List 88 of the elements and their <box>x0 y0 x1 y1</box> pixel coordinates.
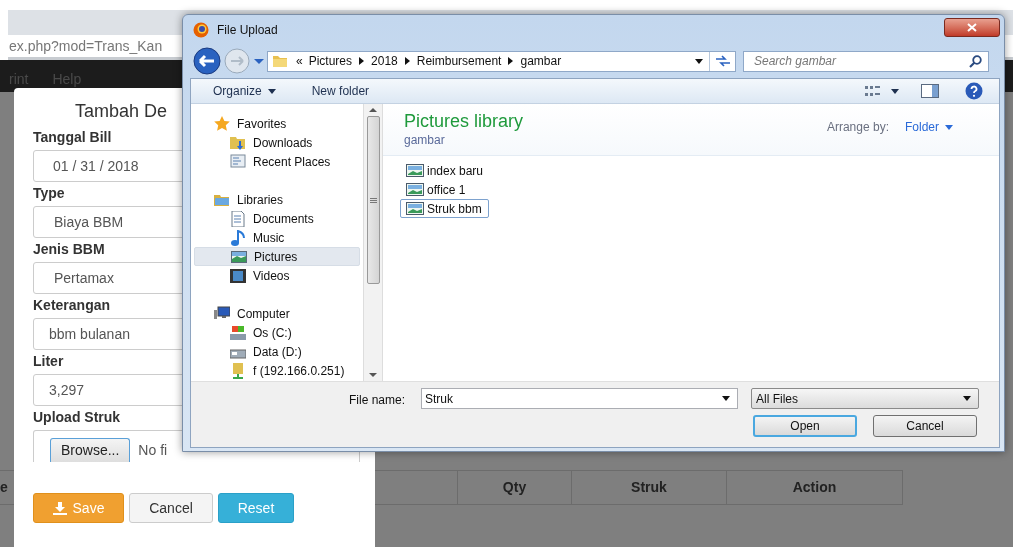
view-options-button[interactable] <box>865 85 899 97</box>
arrange-dropdown[interactable]: Folder <box>905 118 953 136</box>
download-icon <box>52 501 67 515</box>
cancel-button[interactable]: Cancel <box>129 493 213 523</box>
field-label: Jenis BBM <box>33 240 105 258</box>
browser-logo-icon <box>193 22 209 38</box>
scrollbar[interactable] <box>363 104 382 381</box>
nav-item[interactable]: Data (D:) <box>194 342 360 361</box>
chevron-right-icon <box>359 57 365 65</box>
column-header: Struk <box>571 470 726 505</box>
help-button[interactable] <box>965 82 983 100</box>
file-name-field[interactable]: Struk <box>421 388 738 409</box>
dialog-title: File Upload <box>217 22 278 39</box>
breadcrumb-item[interactable]: Pictures <box>308 52 353 70</box>
address-bar[interactable]: « Pictures 2018 Reimbursement gambar <box>267 50 736 72</box>
field-label: Upload Struk <box>33 408 121 426</box>
file-type-dropdown[interactable]: All Files <box>751 388 979 409</box>
url-text: ex.php?mod=Trans_Kan <box>8 36 163 56</box>
nav-item[interactable]: Recent Places <box>194 152 360 171</box>
breadcrumb-item[interactable]: Reimbursement <box>416 52 502 70</box>
preview-pane-icon <box>921 84 939 98</box>
chevron-right-icon <box>508 57 514 65</box>
recent-places-icon <box>230 153 246 170</box>
search-icon <box>969 54 982 68</box>
field-label: Liter <box>33 352 64 370</box>
nav-group[interactable]: Favorites <box>191 114 363 133</box>
nav-item[interactable]: f (192.166.0.251) <box>194 361 360 380</box>
document-icon <box>230 210 246 227</box>
library-title: Pictures library <box>404 110 525 132</box>
arrange-label: Arrange by: <box>826 119 889 136</box>
caret-icon <box>945 124 953 130</box>
folder-icon <box>272 53 288 69</box>
film-icon <box>230 267 246 284</box>
dropdown-caret-icon <box>695 58 703 64</box>
overflow-chevron-text[interactable]: « <box>296 52 303 70</box>
file-status-text: No fi <box>138 441 168 460</box>
nav-group[interactable]: Libraries <box>191 190 363 209</box>
nav-item[interactable]: Downloads <box>194 133 360 152</box>
image-file-icon <box>406 164 424 177</box>
column-header: Qty <box>457 470 571 505</box>
column-header: Action <box>726 470 903 505</box>
dropdown-caret-icon <box>722 396 730 401</box>
caret-icon <box>253 57 265 65</box>
star-icon <box>214 115 230 132</box>
preview-pane-button[interactable] <box>921 84 939 98</box>
library-subtitle: gambar <box>404 132 446 148</box>
field-label: Type <box>33 184 65 202</box>
refresh-arrows-icon <box>714 55 731 67</box>
field-label: Keterangan <box>33 296 111 314</box>
image-file-icon <box>406 202 424 215</box>
file-item[interactable]: office 1 <box>400 180 473 199</box>
search-field[interactable]: Search gambar <box>743 50 989 72</box>
view-grid-icon <box>865 85 881 97</box>
nav-item[interactable]: Os (C:) <box>194 323 360 342</box>
chevron-right-icon <box>404 57 410 65</box>
music-note-icon <box>230 229 246 246</box>
cancel-button[interactable]: Cancel <box>873 415 977 437</box>
nav-item[interactable]: Pictures <box>194 247 360 266</box>
nav-item[interactable]: Music <box>194 228 360 247</box>
nav-group[interactable]: Computer <box>191 304 363 323</box>
close-button[interactable] <box>944 18 1000 37</box>
nav-item[interactable]: Videos <box>194 266 360 285</box>
scrollbar-thumb[interactable] <box>366 116 380 284</box>
dropdown-caret-icon <box>963 396 971 401</box>
new-folder-button[interactable]: New folder <box>311 82 370 100</box>
folder-download-icon <box>230 134 246 151</box>
help-icon <box>965 82 983 100</box>
nav-item[interactable]: Documents <box>194 209 360 228</box>
grip-icon <box>369 197 377 203</box>
organize-menu[interactable]: Organize <box>213 82 276 100</box>
breadcrumb-item[interactable]: 2018 <box>371 52 398 70</box>
browse-button[interactable]: Browse... <box>50 438 131 462</box>
close-icon <box>967 23 977 32</box>
network-drive-icon <box>230 362 246 379</box>
caret-icon <box>267 88 276 94</box>
drive-icon <box>230 324 246 341</box>
search-placeholder: Search gambar <box>754 53 838 70</box>
picture-icon <box>231 248 247 265</box>
image-file-icon <box>406 183 424 196</box>
field-label: Tanggal Bill <box>33 128 112 146</box>
file-item[interactable]: index baru <box>400 161 491 180</box>
file-item[interactable]: Struk bbm <box>400 199 489 218</box>
caret-icon <box>891 88 899 94</box>
breadcrumb-item[interactable]: gambar <box>520 52 562 70</box>
open-button[interactable]: Open <box>753 415 857 437</box>
file-name-label: File name: <box>349 392 406 409</box>
modal-title: Tambah De <box>75 101 168 121</box>
computer-icon <box>214 305 230 322</box>
